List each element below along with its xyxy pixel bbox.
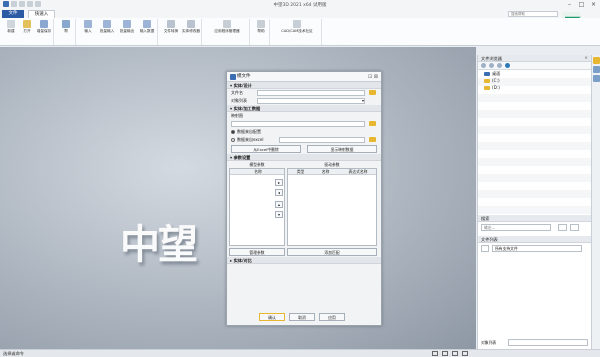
maximize-icon[interactable]: □ bbox=[577, 1, 586, 8]
apply-button[interactable]: 应用 bbox=[319, 313, 345, 321]
move-up-button[interactable]: ▴ bbox=[275, 201, 283, 208]
folder-icon[interactable] bbox=[593, 57, 600, 64]
folder-tree: 桌面 (C:) (D:) bbox=[478, 70, 592, 222]
tab-quick-start[interactable]: 快速入门 bbox=[28, 10, 55, 25]
filter-icon[interactable] bbox=[570, 224, 579, 231]
cancel-button[interactable]: 取消 bbox=[289, 313, 315, 321]
group-start: 新建 打开 增量保存 bbox=[2, 19, 54, 45]
side-panel-tabs bbox=[591, 55, 600, 349]
folder-icon[interactable] bbox=[369, 121, 376, 126]
forward-icon[interactable] bbox=[489, 63, 494, 68]
add-match-button[interactable]: 添加匹配 bbox=[287, 248, 377, 256]
batch-export-button[interactable]: 批量输出 bbox=[118, 20, 136, 33]
minimize-icon[interactable]: – bbox=[565, 1, 574, 8]
open-button[interactable]: 打开 bbox=[20, 20, 34, 33]
search-icon[interactable] bbox=[558, 224, 567, 231]
window-title: 中望3D 2021 x64 试用版 bbox=[273, 3, 327, 8]
group-data-exchange: 输入 批量输入 批量输出 输入数据 bbox=[78, 19, 158, 45]
browser-search-input[interactable]: 输出... bbox=[481, 224, 551, 231]
radio-config[interactable]: 数据来自配置 bbox=[231, 129, 261, 135]
move-left-button[interactable]: ◂ bbox=[275, 189, 283, 196]
group-plugins: 帮助 bbox=[252, 19, 270, 45]
view-mode-icon[interactable] bbox=[481, 245, 489, 252]
group-apps: 应用程序管理器 bbox=[204, 19, 250, 45]
tree-item-c[interactable]: (C:) bbox=[484, 78, 500, 84]
mapping-input[interactable] bbox=[231, 121, 365, 127]
up-icon[interactable] bbox=[497, 63, 502, 68]
file-name-label: 文件名 bbox=[231, 90, 243, 95]
search-title: 搜索 bbox=[478, 215, 592, 222]
view-icon[interactable] bbox=[462, 351, 468, 356]
template-dialog: 模文件 ⊡ ⊠ ▾ 实体/设计 文件名 对象列表 ▾ ▾ 实体/加工数据 映射图… bbox=[226, 71, 382, 326]
group-help: 帮 bbox=[56, 19, 76, 45]
tree-item-desktop[interactable]: 桌面 bbox=[484, 71, 500, 77]
new-button[interactable]: 新建 bbox=[4, 20, 18, 33]
excel-path-input[interactable] bbox=[279, 137, 365, 143]
file-filter-select[interactable]: 所有支持文件 bbox=[492, 245, 582, 252]
folder-icon[interactable] bbox=[369, 137, 376, 142]
batch-import-button[interactable]: 批量输入 bbox=[98, 20, 116, 33]
file-list-title: 文件列表 bbox=[478, 236, 592, 243]
tab-file[interactable]: 文件(F) bbox=[2, 10, 24, 24]
close-icon[interactable]: × bbox=[584, 55, 588, 62]
close-icon[interactable]: × bbox=[589, 1, 598, 8]
view-icon[interactable] bbox=[452, 351, 458, 356]
browser-toolbar bbox=[478, 62, 591, 70]
show-mapping-button[interactable]: 显示映射数据 bbox=[307, 145, 377, 153]
manage-params-button[interactable]: 管理参数 bbox=[229, 248, 285, 256]
move-right-button[interactable]: ▸ bbox=[275, 179, 283, 186]
file-list[interactable] bbox=[478, 254, 592, 334]
from-excel-button[interactable]: 从Excel中删除 bbox=[231, 145, 301, 153]
incremental-save-button[interactable]: 增量保存 bbox=[36, 20, 52, 33]
object-list-select[interactable] bbox=[508, 339, 588, 346]
solid-modifier-button[interactable]: 实体修改器 bbox=[182, 20, 200, 33]
status-bar: 选择或命令 bbox=[0, 349, 600, 357]
plugin-button[interactable]: 帮助 bbox=[254, 20, 268, 33]
folder-icon[interactable] bbox=[369, 90, 376, 95]
app-manager-button[interactable]: 应用程序管理器 bbox=[206, 20, 248, 33]
file-browser-pane: 文件浏览器 × 桌面 (C:) (D:) 搜索 输出... 文件列表 所有支持文件… bbox=[477, 55, 592, 349]
view-icon[interactable] bbox=[432, 351, 438, 356]
radio-excel[interactable]: 数据来自excel bbox=[231, 137, 263, 143]
col-name: 名称 bbox=[321, 169, 330, 174]
help-button[interactable]: 帮 bbox=[58, 20, 74, 33]
file-convert-button[interactable]: 文件转换 bbox=[162, 20, 180, 33]
file-browser-title: 文件浏览器 × bbox=[478, 55, 591, 62]
title-bar: 中望3D 2021 x64 试用版 – □ × bbox=[0, 0, 600, 10]
ok-button[interactable]: 确认 bbox=[259, 313, 285, 321]
help-search-input[interactable]: 搜索帮助 bbox=[508, 11, 558, 17]
dialog-title: 模文件 bbox=[237, 74, 251, 79]
history-icon[interactable] bbox=[593, 66, 600, 73]
drive-params-table[interactable]: 类型 名称 表达式名称 bbox=[287, 168, 377, 246]
dialog-title-bar: 模文件 ⊡ ⊠ bbox=[227, 72, 381, 82]
view-icon[interactable] bbox=[442, 351, 448, 356]
file-name-input[interactable] bbox=[257, 90, 365, 96]
section-compare[interactable]: ▸ 实体/对比 bbox=[227, 257, 381, 264]
section-design[interactable]: ▾ 实体/设计 bbox=[227, 82, 381, 89]
mapping-label: 映射图 bbox=[231, 113, 243, 118]
chevron-down-icon[interactable]: ▾ bbox=[362, 98, 364, 103]
dialog-icon bbox=[230, 74, 236, 80]
section-params[interactable]: ▾ 参数设置 bbox=[227, 154, 381, 161]
move-down-button[interactable]: ▾ bbox=[275, 211, 283, 218]
group-utilities: 文件转换 实体修改器 bbox=[160, 19, 202, 45]
zwsoft-logo-text: 中望 bbox=[120, 222, 198, 268]
refresh-icon[interactable] bbox=[505, 63, 510, 68]
col-expression: 表达式名称 bbox=[348, 169, 368, 174]
back-icon[interactable] bbox=[481, 63, 486, 68]
group-community: CAD/CAM技术社区 bbox=[272, 19, 322, 45]
import-button[interactable]: 输入 bbox=[80, 20, 96, 33]
object-list-label: 对象列表 bbox=[231, 98, 247, 103]
status-text: 选择或命令 bbox=[3, 351, 24, 356]
community-button[interactable]: CAD/CAM技术社区 bbox=[274, 20, 320, 33]
object-list-select[interactable] bbox=[257, 98, 365, 104]
col-type: 类型 bbox=[296, 169, 305, 174]
import-data-button[interactable]: 输入数据 bbox=[138, 20, 156, 33]
section-mapping[interactable]: ▾ 实体/加工数据 bbox=[227, 105, 381, 112]
ribbon: 新建 打开 增量保存 帮 输入 批量输入 批量输出 输入数据 文件转换 实体修改… bbox=[0, 18, 600, 46]
col-name: 名称 bbox=[254, 169, 262, 174]
dialog-close-icon[interactable]: ⊡ ⊠ bbox=[368, 72, 378, 82]
tree-item-d[interactable]: (D:) bbox=[484, 85, 500, 91]
settings-icon[interactable] bbox=[593, 75, 600, 82]
